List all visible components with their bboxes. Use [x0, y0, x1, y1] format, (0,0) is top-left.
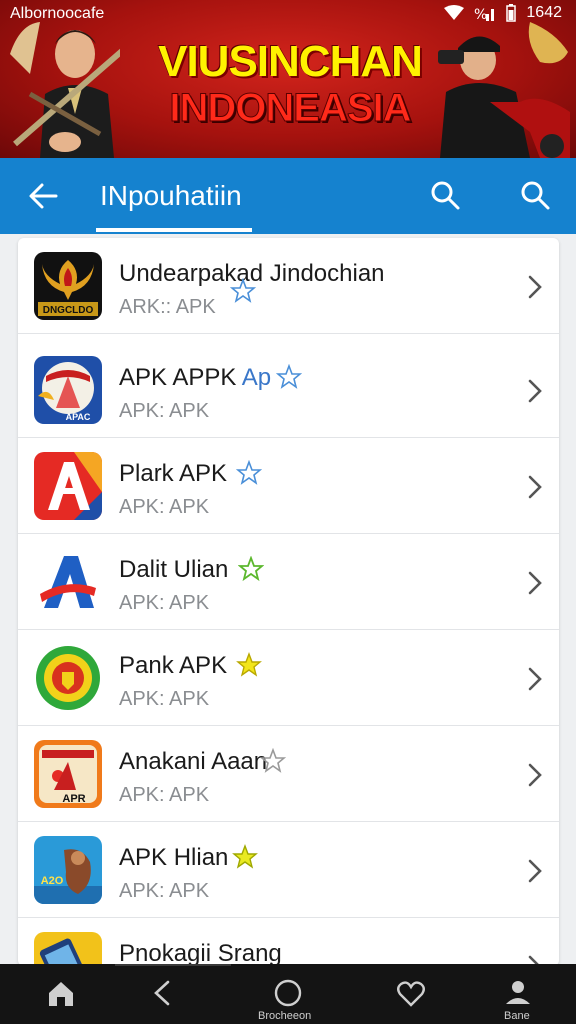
chevron-right-icon[interactable]	[525, 570, 545, 596]
app-name: APK Hlian	[119, 844, 229, 871]
list-item[interactable]: Pank APK APK: APK	[18, 630, 559, 726]
app-icon-phone	[34, 932, 102, 966]
chevron-right-icon[interactable]	[525, 858, 545, 884]
banner-title: VIUSINCHAN INDONEASIA	[135, 37, 445, 130]
app-bar: INpouhatiin	[0, 158, 576, 234]
app-subtitle: APK: APK	[119, 688, 210, 710]
musician-illustration	[10, 22, 120, 158]
nav-label-right: Bane	[504, 1010, 530, 1022]
chevron-right-icon[interactable]	[525, 474, 545, 500]
page-title: INpouhatiin	[100, 180, 242, 211]
star-icon[interactable]	[276, 364, 302, 390]
carrier-label: Albornoocafe	[10, 5, 105, 22]
app-subtitle: APK: APK	[119, 784, 210, 806]
app-name-suffix: Ap	[241, 364, 272, 391]
app-icon-label: A2O	[41, 875, 64, 887]
list-item[interactable]: APR Anakani Aaan APK: APK	[18, 726, 559, 822]
star-icon[interactable]	[230, 278, 256, 304]
search-icon[interactable]	[428, 178, 462, 212]
app-name: APK APPK Ap	[119, 364, 272, 391]
app-icon-letter-a-blue	[34, 548, 102, 616]
app-icon-apr: APR	[34, 740, 102, 808]
bottom-navigation: Brocheeon Bane	[0, 964, 576, 1024]
star-icon[interactable]	[232, 844, 258, 870]
list-item[interactable]: A2O APK Hlian APK: APK	[18, 822, 559, 918]
app-subtitle: APK: APK	[119, 880, 210, 902]
chevron-right-icon[interactable]	[525, 762, 545, 788]
list-item[interactable]: Dalit Ulian APK: APK	[18, 534, 559, 630]
clock: 1642	[526, 4, 562, 21]
app-icon-label: DNGCLDO	[43, 305, 94, 316]
signal-icon: %	[474, 7, 495, 22]
app-name: Anakani Aaan	[119, 748, 268, 775]
app-icon-letter-a-red	[34, 452, 102, 520]
app-icon-label: APAC	[66, 412, 91, 422]
app-name: Pnokagii Srang	[119, 940, 282, 966]
status-icons: % 1642	[444, 4, 562, 22]
app-name: Plark APK	[119, 460, 228, 487]
star-icon[interactable]	[236, 460, 262, 486]
app-name: Pank APK	[119, 652, 228, 679]
profile-icon[interactable]	[503, 978, 533, 1008]
list-item[interactable]: DNGCLDO Undearpakad Jindochian ARK:: APK	[18, 238, 559, 334]
nav-indicator	[115, 964, 231, 966]
star-icon[interactable]	[238, 556, 264, 582]
chevron-right-icon[interactable]	[525, 274, 545, 300]
chevron-right-icon[interactable]	[525, 666, 545, 692]
app-icon-green-badge	[34, 644, 102, 712]
battery-icon	[506, 4, 517, 22]
app-name: Dalit Ulian	[119, 556, 229, 583]
app-icon-garuda: DNGCLDO	[34, 252, 102, 320]
status-bar: Albornoocafe % 1642	[0, 0, 576, 30]
active-tab-indicator	[96, 228, 252, 232]
star-icon[interactable]	[236, 652, 262, 678]
wifi-icon	[444, 5, 465, 20]
list-item[interactable]: Plark APK APK: APK	[18, 438, 559, 534]
app-subtitle: APK: APK	[119, 496, 210, 518]
svg-text:%: %	[474, 7, 487, 22]
app-icon-apac: APAC	[34, 356, 102, 424]
chevron-right-icon[interactable]	[525, 378, 545, 404]
back-icon[interactable]	[148, 978, 178, 1008]
app-icon-label: APR	[62, 793, 85, 805]
app-subtitle: APK: APK	[119, 400, 210, 422]
heart-icon[interactable]	[396, 978, 426, 1008]
app-subtitle: APK: APK	[119, 592, 210, 614]
app-list: DNGCLDO Undearpakad Jindochian ARK:: APK…	[18, 238, 559, 966]
list-item[interactable]: Pnokagii Srang	[18, 918, 559, 966]
circle-home-icon[interactable]	[273, 978, 303, 1008]
banner-title-line1: VIUSINCHAN	[158, 37, 423, 86]
banner-title-line2: INDONEASIA	[169, 86, 412, 130]
search-icon-secondary[interactable]	[518, 178, 552, 212]
app-icon-a2o: A2O	[34, 836, 102, 904]
star-icon[interactable]	[260, 748, 286, 774]
list-item[interactable]: APAC APK APPK Ap APK: APK	[18, 342, 559, 438]
app-subtitle: ARK:: APK	[119, 296, 216, 318]
home-icon[interactable]	[46, 978, 76, 1008]
back-arrow-icon[interactable]	[26, 178, 62, 214]
nav-label-center: Brocheeon	[258, 1010, 312, 1022]
